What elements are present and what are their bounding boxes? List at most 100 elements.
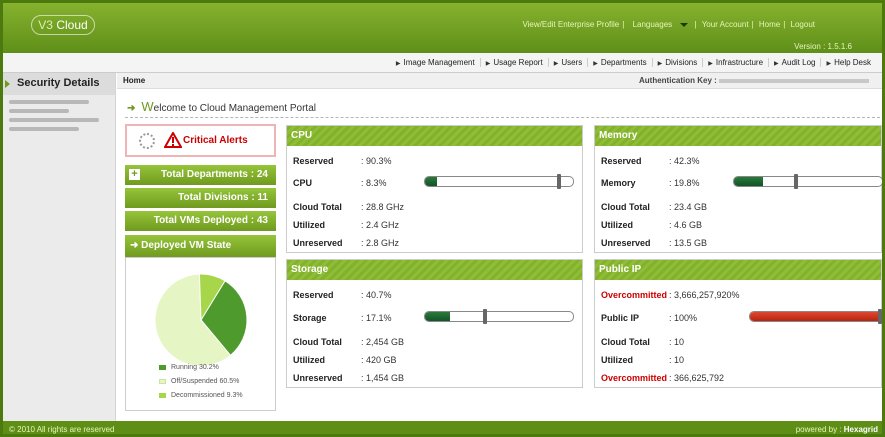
vm-state-legend: Running 30.2% Off/Suspended 60.5% Decomm… xyxy=(159,364,243,406)
row-label: Overcommitted xyxy=(601,290,668,300)
play-icon: ▶ xyxy=(395,61,401,67)
copyright-text: © 2010 All rights are reserved xyxy=(9,425,115,434)
legend-label: Decommissioned 9.3% xyxy=(171,392,243,399)
vm-state-header: ➜ Deployed VM State xyxy=(125,235,276,257)
blurred-sidebar-item[interactable] xyxy=(9,118,99,122)
row-value: : 2.8 GHz xyxy=(361,238,400,248)
play-icon: ▶ xyxy=(708,61,713,67)
meter-fill xyxy=(750,312,882,321)
total-divisions-bar[interactable]: Total Divisions : 11 xyxy=(125,188,276,208)
legend-swatch xyxy=(159,378,166,384)
nav-audit-log[interactable]: ▶ Audit Log xyxy=(768,58,820,67)
languages-label: Languages xyxy=(632,20,673,29)
storage-panel-title: Storage xyxy=(287,260,582,280)
total-vms-bar[interactable]: Total VMs Deployed : 43 xyxy=(125,211,276,231)
public-ip-marker[interactable] xyxy=(878,309,882,324)
home-link[interactable]: Home xyxy=(759,20,780,29)
row-value: : 40.7% xyxy=(361,290,392,300)
row-value: : 42.3% xyxy=(669,156,700,166)
nav-users[interactable]: ▶ Users xyxy=(547,58,588,67)
row-label: Unreserved xyxy=(601,238,651,248)
cpu-reserved-marker[interactable] xyxy=(557,174,562,189)
auth-key-label: Authentication Key : xyxy=(639,76,717,85)
auth-key-value xyxy=(719,79,869,83)
row-label: Reserved xyxy=(601,156,642,166)
top-links: View/Edit Enterprise Profile | Languages … xyxy=(522,20,815,29)
public-ip-utilized-row: Utilized: 10 xyxy=(601,355,684,365)
row-value: : 2.4 GHz xyxy=(361,220,400,230)
languages-link[interactable]: Languages xyxy=(630,20,692,29)
nav-label: Help Desk xyxy=(834,58,871,67)
public-ip-usage-meter xyxy=(749,311,882,322)
row-value: : 4.6 GB xyxy=(669,220,703,230)
legend-item-decommissioned: Decommissioned 9.3% xyxy=(159,392,243,399)
memory-panel: Memory Reserved: 42.3% Memory: 19.8% Clo… xyxy=(594,125,882,253)
cpu-utilized-row: Utilized: 2.4 GHz xyxy=(293,220,399,230)
plus-icon[interactable]: + xyxy=(129,169,140,180)
nav-departments[interactable]: ▶ Departments xyxy=(587,58,651,67)
cpu-usage-meter xyxy=(424,176,574,187)
blurred-sidebar-item[interactable] xyxy=(9,127,79,131)
row-value: : 100% xyxy=(669,313,698,323)
public-ip-panel: Public IP Overcommitted: 3,666,257,920% … xyxy=(594,259,882,388)
storage-utilized-row: Utilized: 420 GB xyxy=(293,355,397,365)
storage-reserved-marker[interactable] xyxy=(483,309,488,324)
memory-usage-row: Memory : 19.8% xyxy=(601,178,700,188)
cpu-reserved-row: Reserved : 90.3% xyxy=(293,156,392,166)
row-label: Utilized xyxy=(293,355,326,365)
nav-divisions[interactable]: ▶ Divisions xyxy=(651,58,703,67)
blurred-sidebar-item[interactable] xyxy=(9,109,69,113)
row-label: Memory xyxy=(601,178,636,188)
memory-reserved-marker[interactable] xyxy=(794,174,799,189)
edit-profile-link[interactable]: View/Edit Enterprise Profile xyxy=(522,20,619,29)
nav-infrastructure[interactable]: ▶ Infrastructure xyxy=(702,58,768,67)
sidebar: Security Details xyxy=(3,73,116,421)
row-value: : 19.8% xyxy=(669,178,700,188)
memory-utilized-row: Utilized: 4.6 GB xyxy=(601,220,702,230)
row-label: Reserved xyxy=(293,156,334,166)
nav-label: Audit Log xyxy=(781,58,816,67)
critical-alerts-box[interactable]: Critical Alerts xyxy=(125,124,276,157)
vm-state-title: Deployed VM State xyxy=(141,240,232,251)
vm-state-panel: Running 30.2% Off/Suspended 60.5% Decomm… xyxy=(125,257,276,411)
nav-label: Image Management xyxy=(403,58,475,67)
play-icon: ▶ xyxy=(826,61,832,67)
row-label: Cloud Total xyxy=(293,337,342,347)
play-icon: ▶ xyxy=(485,61,491,67)
play-icon: ▶ xyxy=(593,61,598,67)
storage-usage-meter xyxy=(424,311,574,322)
meter-fill xyxy=(425,312,451,321)
nav-help-desk[interactable]: ▶ Help Desk xyxy=(820,58,876,67)
caret-down-icon xyxy=(680,22,689,27)
row-label: Reserved xyxy=(293,290,334,300)
row-label: Storage xyxy=(293,313,327,323)
vm-state-pie-chart xyxy=(154,273,248,367)
row-value: : 90.3% xyxy=(361,156,392,166)
nav-usage-report[interactable]: ▶ Usage Report xyxy=(479,58,548,67)
nav-image-management[interactable]: ▶ Image Management xyxy=(391,58,480,67)
row-value: : 1,454 GB xyxy=(361,373,405,383)
legend-label: Running 30.2% xyxy=(171,364,219,371)
your-account-link[interactable]: Your Account xyxy=(702,20,749,29)
arrow-right-icon: ➜ xyxy=(130,240,139,251)
vendor-link[interactable]: Hexagrid xyxy=(844,425,878,434)
public-ip-cloud-total-row: Cloud Total : 10 xyxy=(601,337,684,347)
app-logo[interactable]: V3 Cloud xyxy=(31,15,95,35)
welcome-initial: W xyxy=(141,99,154,114)
sidebar-title[interactable]: Security Details xyxy=(3,73,115,95)
logout-link[interactable]: Logout xyxy=(791,20,815,29)
critical-alerts-label: Critical Alerts xyxy=(183,135,248,146)
row-label: Utilized xyxy=(601,355,634,365)
footer: © 2010 All rights are reserved powered b… xyxy=(3,421,882,434)
row-value: : 17.1% xyxy=(361,313,392,323)
cpu-cloud-total-row: Cloud Total: 28.8 GHz xyxy=(293,202,404,212)
logo-prefix: V3 xyxy=(38,18,53,32)
total-departments-bar[interactable]: + Total Departments : 24 xyxy=(125,165,276,185)
row-label: Cloud Total xyxy=(293,202,342,212)
row-value: : 10 xyxy=(669,337,685,347)
row-value: : 366,625,792 xyxy=(669,373,725,383)
row-label: Cloud Total xyxy=(601,337,650,347)
breadcrumb[interactable]: Home xyxy=(123,76,145,85)
blurred-sidebar-item[interactable] xyxy=(9,100,89,104)
welcome-text: elcome to Cloud Management Portal xyxy=(153,103,316,114)
